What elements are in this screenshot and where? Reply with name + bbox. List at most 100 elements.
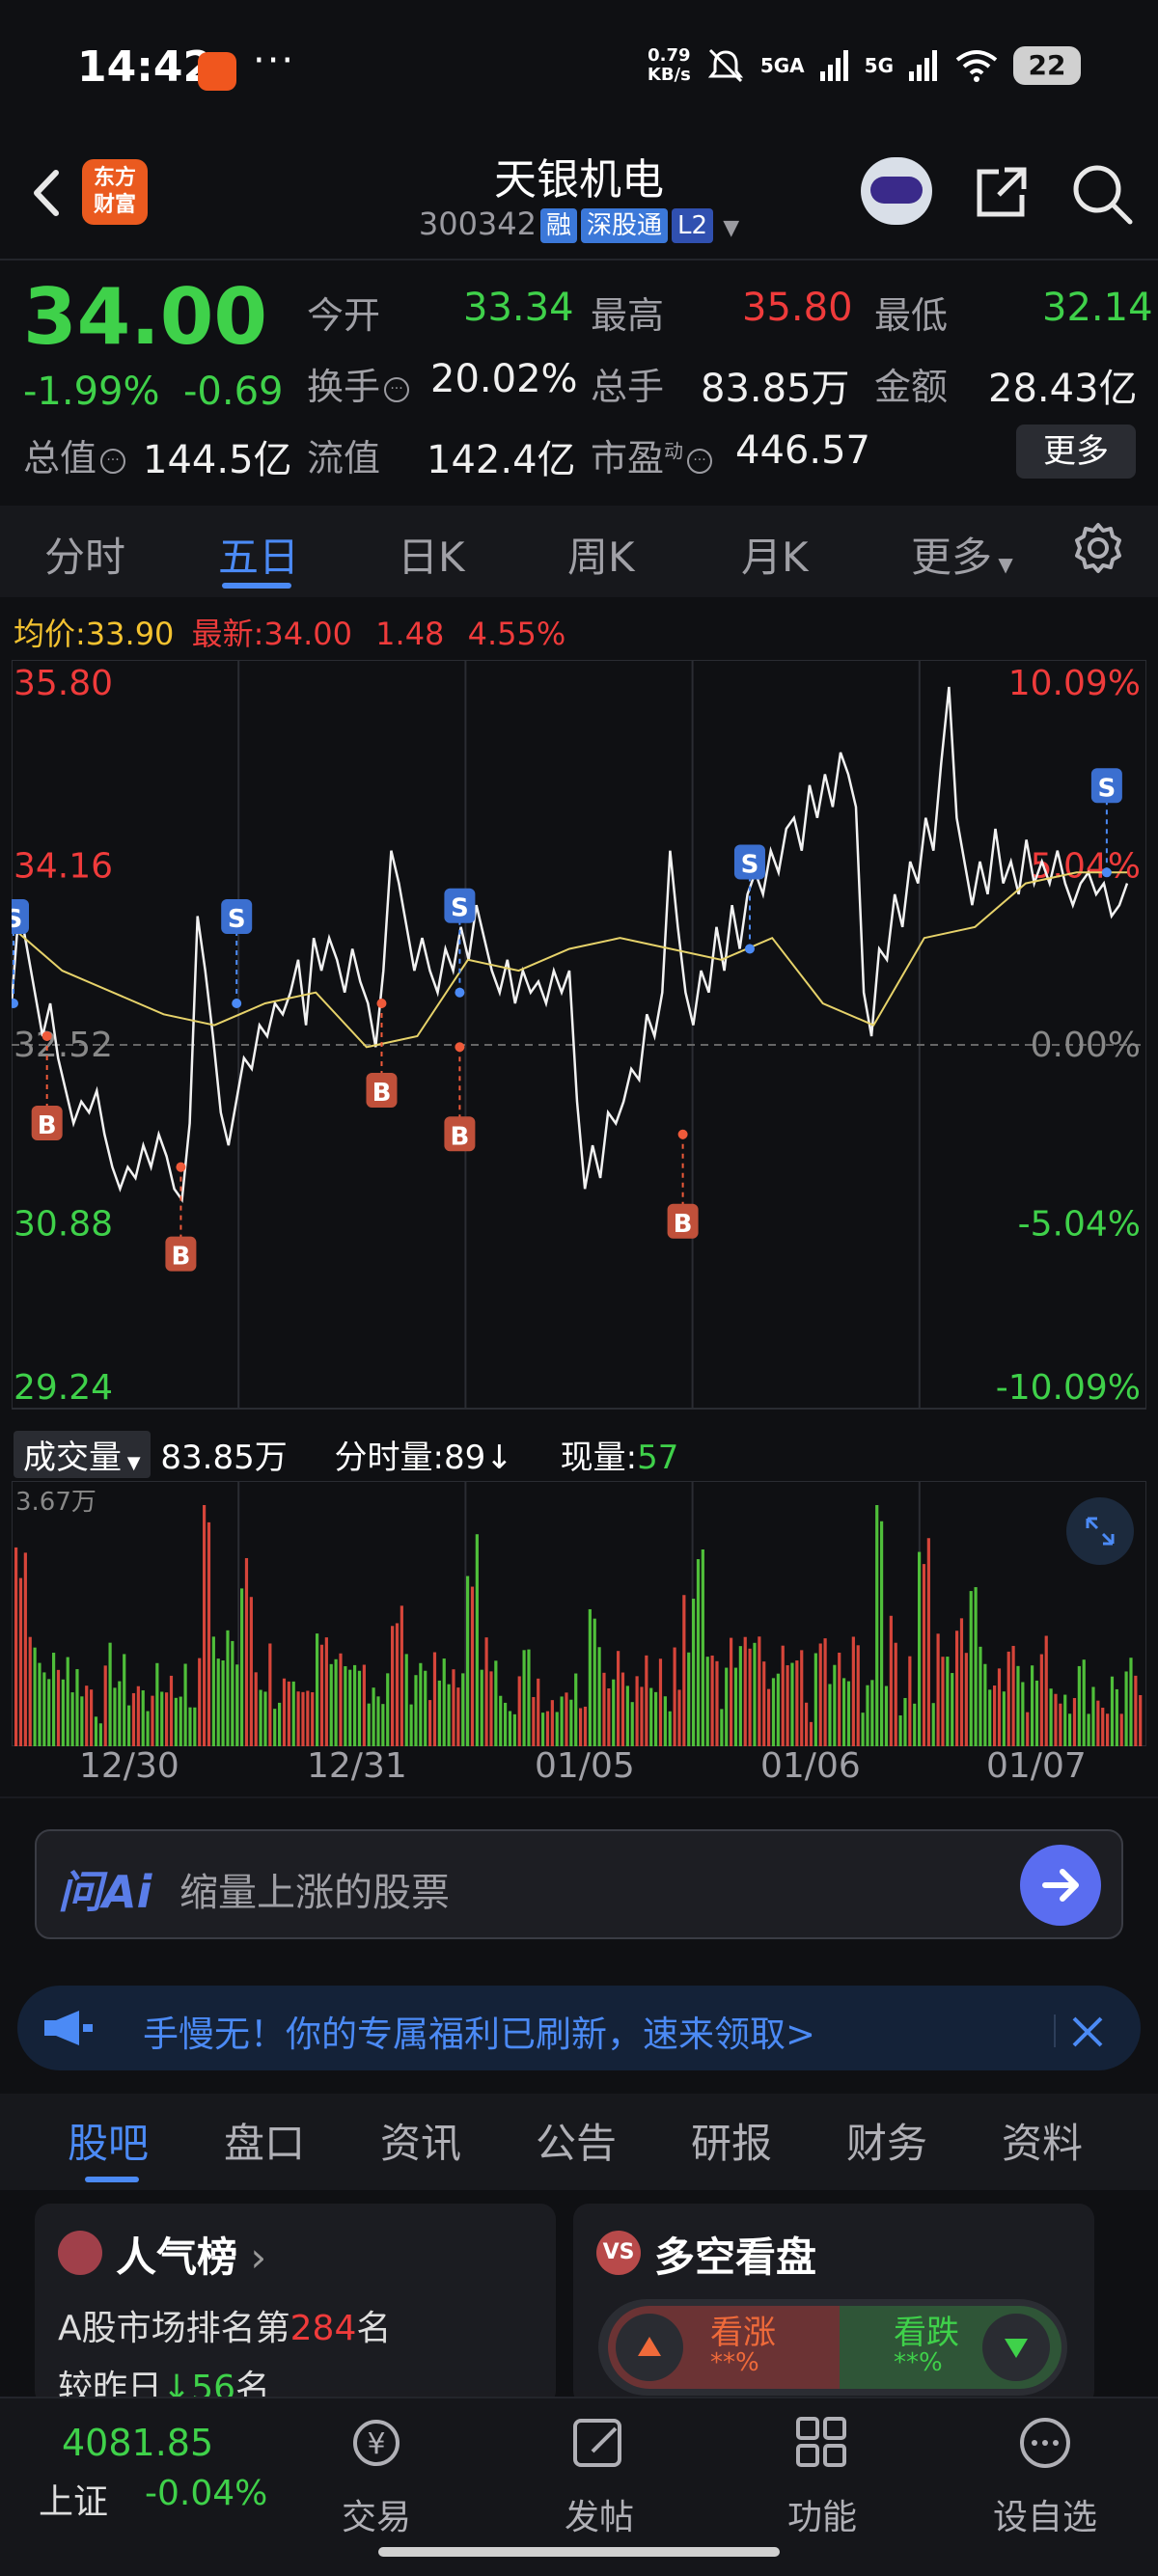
volume-bar: [931, 1703, 935, 1746]
tab-daily-k[interactable]: 日K: [398, 525, 465, 584]
volume-bar: [715, 1660, 719, 1746]
info-icon[interactable]: ···: [384, 376, 410, 402]
tab-announcements[interactable]: 公告: [536, 2111, 617, 2170]
volume-bar: [649, 1687, 653, 1746]
y-axis-tick-left: 35.80: [14, 664, 113, 703]
arrow-right-icon: [1042, 1869, 1079, 1902]
ai-robot-icon[interactable]: [861, 157, 932, 225]
index-change[interactable]: -0.04%: [145, 2474, 267, 2513]
volume-bar: [470, 1586, 475, 1746]
volume-bar: [193, 1707, 197, 1746]
volume-bar: [993, 1685, 997, 1746]
search-icon[interactable]: [1068, 160, 1136, 228]
five-day-price-chart[interactable]: 35.80 34.16 32.52 30.88 29.24 10.09% 5.04% 0.00…: [12, 660, 1146, 1422]
trade-marker-dot: [744, 944, 755, 954]
volume-bar: [254, 1672, 258, 1746]
volume-bar: [47, 1679, 51, 1746]
volume-bar: [344, 1666, 347, 1746]
tab-five-day[interactable]: 五日: [218, 525, 299, 584]
volume-bar: [705, 1657, 709, 1746]
index-value[interactable]: 4081.85: [62, 2422, 213, 2464]
tab-finance[interactable]: 财务: [846, 2111, 927, 2170]
mute-icon: [707, 48, 743, 83]
volume-bar: [179, 1696, 182, 1746]
ai-search-input[interactable]: 缩量上涨的股票: [179, 1861, 450, 1917]
volume-bar: [1021, 1682, 1025, 1746]
nav-features[interactable]: 功能: [745, 2489, 899, 2539]
volume-bar: [56, 1669, 61, 1746]
tab-news[interactable]: 资讯: [380, 2111, 461, 2170]
info-icon[interactable]: ···: [687, 448, 713, 474]
tab-weekly-k[interactable]: 周K: [567, 525, 635, 584]
tab-monthly-k[interactable]: 月K: [741, 525, 809, 584]
volume-bar: [103, 1665, 107, 1746]
tab-profile[interactable]: 资料: [1002, 2111, 1083, 2170]
trade-marker-dot: [12, 999, 18, 1009]
volume-bar: [301, 1691, 305, 1746]
volume-bar: [268, 1643, 272, 1746]
volume-bar: [983, 1663, 987, 1746]
tab-intraday[interactable]: 分时: [44, 525, 125, 584]
volume-bar: [151, 1695, 154, 1746]
tab-guba[interactable]: 股吧: [68, 2111, 149, 2170]
buy-marker-label: B: [38, 1111, 57, 1140]
volume-bar: [541, 1713, 545, 1746]
nav-trade[interactable]: 交易: [299, 2489, 454, 2539]
volume-max-label: 3.67万: [15, 1488, 96, 1517]
promo-text[interactable]: 手慢无！你的专属福利已刷新，速来领取>: [143, 2005, 815, 2057]
nav-post[interactable]: 发帖: [522, 2489, 676, 2539]
tick-volume-value: 89: [444, 1439, 486, 1477]
volume-indicator-button[interactable]: 成交量 ▼: [14, 1431, 151, 1478]
volume-bar: [583, 1706, 588, 1746]
apps-grid-icon[interactable]: [788, 2409, 856, 2477]
ai-submit-button[interactable]: [1020, 1845, 1101, 1926]
volume-bar: [23, 1552, 27, 1746]
home-indicator: [378, 2547, 780, 2557]
volume-chart[interactable]: 3.67万: [12, 1481, 1146, 1746]
volume-bar: [353, 1664, 357, 1746]
volume-bar: [432, 1652, 437, 1746]
volume-bar: [588, 1608, 592, 1746]
volume-bar: [1063, 1694, 1067, 1746]
volume-bar: [790, 1662, 794, 1746]
volume-bar: [710, 1655, 714, 1746]
volume-bar: [141, 1690, 145, 1746]
tag-margin: 融: [540, 208, 578, 243]
volume-bar: [42, 1672, 46, 1746]
bull-value: **%: [710, 2348, 759, 2377]
gear-icon[interactable]: [1071, 521, 1125, 575]
volume-bar: [508, 1711, 512, 1746]
nav-add-watchlist[interactable]: 设自选: [968, 2489, 1122, 2539]
volume-bar: [136, 1685, 140, 1746]
volume-bar: [645, 1655, 648, 1746]
open-label: 今开: [307, 294, 381, 337]
chevron-down-icon: ▼: [992, 553, 1013, 576]
trade-icon[interactable]: ¥: [343, 2409, 410, 2477]
volume-bar: [475, 1534, 479, 1746]
post-icon[interactable]: [565, 2409, 633, 2477]
sell-marker-label: S: [228, 905, 246, 934]
volume-bar: [231, 1640, 234, 1746]
close-icon[interactable]: [1066, 2011, 1109, 2053]
more-quote-button[interactable]: 更多: [1016, 425, 1136, 479]
expand-chart-button[interactable]: [1066, 1497, 1134, 1565]
more-circle-icon[interactable]: [1011, 2409, 1079, 2477]
volume-bar: [244, 1557, 249, 1746]
volume-bar: [922, 1564, 926, 1746]
tab-research[interactable]: 研报: [691, 2111, 772, 2170]
volume-bar: [372, 1687, 375, 1746]
info-icon[interactable]: ···: [100, 448, 126, 474]
volume-bar: [569, 1699, 573, 1746]
volume-bar: [1068, 1713, 1072, 1746]
volume-bar: [400, 1605, 403, 1746]
volume-bar: [324, 1637, 328, 1746]
volume-bar: [1016, 1665, 1020, 1746]
tab-more[interactable]: 更多 ▼: [911, 525, 1013, 584]
trade-marker-dot: [455, 987, 465, 998]
turnover-label: 换手 ···: [307, 357, 410, 410]
share-icon[interactable]: [970, 162, 1032, 224]
tab-pankou[interactable]: 盘口: [224, 2111, 305, 2170]
volume-bar: [249, 1597, 253, 1746]
volume-bar: [273, 1709, 277, 1746]
index-name[interactable]: 上证: [39, 2474, 108, 2524]
